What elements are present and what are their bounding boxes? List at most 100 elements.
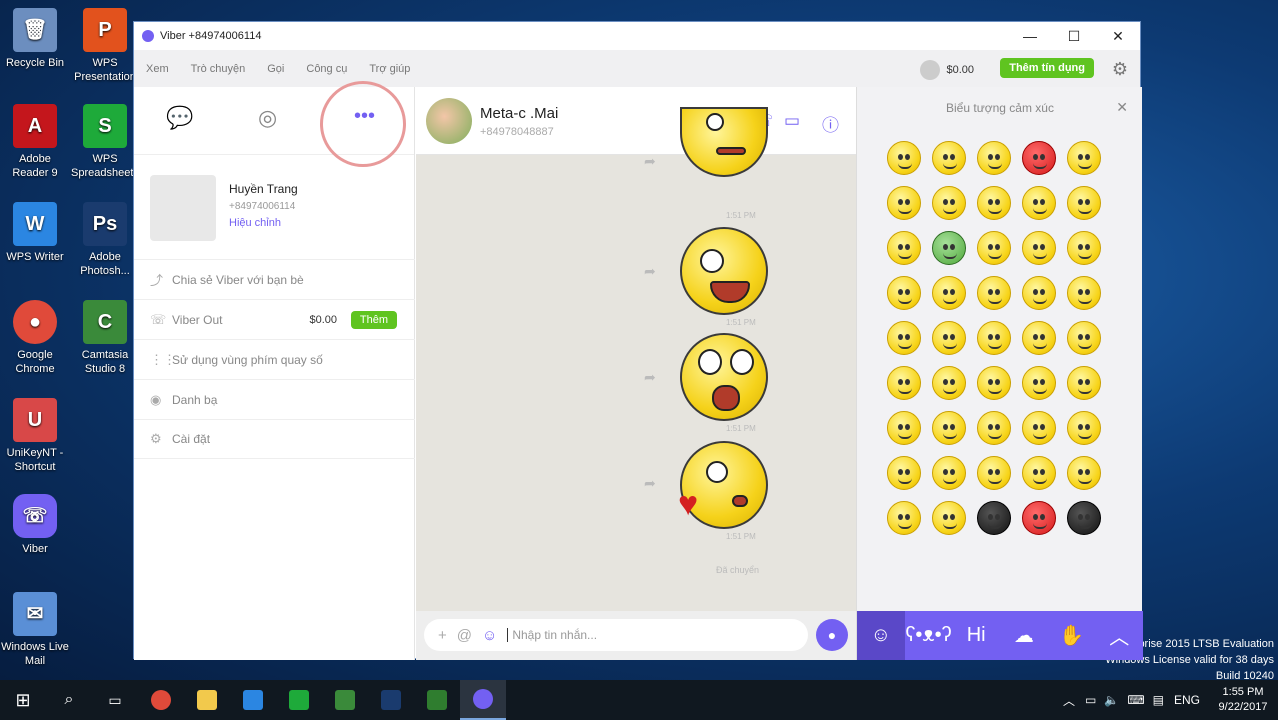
chrome-taskbar-icon[interactable]: [138, 680, 184, 720]
search-icon[interactable]: ⌕: [46, 680, 92, 720]
forward-icon[interactable]: ➦: [644, 153, 656, 170]
notification-icon[interactable]: ▤: [1153, 693, 1164, 707]
dialpad-item[interactable]: ⋮⋮ Sử dụng vùng phím quay số: [134, 339, 415, 379]
emoji-icon[interactable]: [1067, 366, 1101, 400]
viber-desktop-icon[interactable]: ☏ Viber: [0, 494, 70, 556]
sticker-icon[interactable]: ☺: [482, 627, 497, 644]
settings-item[interactable]: ⚙ Cài đặt: [134, 419, 415, 459]
camtasia-recorder-taskbar-icon[interactable]: [414, 680, 460, 720]
adobe-reader-icon[interactable]: A Adobe Reader 9: [0, 104, 70, 180]
emoji-icon[interactable]: [977, 456, 1011, 490]
emoji-icon[interactable]: [887, 231, 921, 265]
smiley-category-icon[interactable]: ☺: [857, 611, 905, 660]
emoji-icon[interactable]: [1067, 456, 1101, 490]
emoji-icon[interactable]: [977, 411, 1011, 445]
explorer-taskbar-icon[interactable]: [184, 680, 230, 720]
emoji-icon[interactable]: [1022, 456, 1056, 490]
emoji-icon[interactable]: [1067, 321, 1101, 355]
message-input[interactable]: + @ ☺ Nhập tin nhắn...: [424, 619, 808, 651]
menu-view[interactable]: Xem: [146, 63, 169, 75]
edit-profile-link[interactable]: Hiệu chỉnh: [229, 217, 281, 229]
emoji-icon[interactable]: [977, 501, 1011, 535]
emoji-icon[interactable]: [932, 231, 966, 265]
emoji-icon[interactable]: [1067, 141, 1101, 175]
language-indicator[interactable]: ENG: [1174, 693, 1200, 707]
emoji-icon[interactable]: [1067, 231, 1101, 265]
emoji-icon[interactable]: [977, 186, 1011, 220]
task-view-icon[interactable]: ▭: [92, 680, 138, 720]
topup-button[interactable]: Thêm tín dụng: [1000, 58, 1094, 78]
battery-icon[interactable]: ▭: [1085, 693, 1096, 707]
windows-live-mail-icon[interactable]: ✉ Windows Live Mail: [0, 592, 70, 668]
emoji-icon[interactable]: [932, 276, 966, 310]
emoji-icon[interactable]: [932, 366, 966, 400]
wps-writer-icon[interactable]: W WPS Writer: [0, 202, 70, 264]
emoji-icon[interactable]: [1067, 501, 1101, 535]
start-button[interactable]: ⊞: [0, 680, 46, 720]
emoji-icon[interactable]: [977, 231, 1011, 265]
emoji-icon[interactable]: [1022, 186, 1056, 220]
wps-spreadsheets-taskbar-icon[interactable]: [276, 680, 322, 720]
keyboard-icon[interactable]: ⌨: [1127, 693, 1144, 707]
menu-tools[interactable]: Công cụ: [306, 63, 347, 75]
sticker-message[interactable]: [680, 333, 768, 421]
emoji-icon[interactable]: [1022, 411, 1056, 445]
emoji-icon[interactable]: [932, 456, 966, 490]
microphone-icon[interactable]: ●: [816, 619, 848, 651]
emoji-icon[interactable]: [932, 501, 966, 535]
emoji-icon[interactable]: [1022, 321, 1056, 355]
emoji-icon[interactable]: [887, 141, 921, 175]
emoji-icon[interactable]: [1022, 141, 1056, 175]
photoshop-icon[interactable]: Ps Adobe Photosh...: [70, 202, 140, 278]
video-call-icon[interactable]: ▭: [784, 111, 800, 131]
emoji-icon[interactable]: [887, 186, 921, 220]
chats-tab-icon[interactable]: 💬: [166, 105, 193, 131]
hand-category-icon[interactable]: ✋: [1048, 611, 1096, 660]
emoji-icon[interactable]: [887, 411, 921, 445]
menu-help[interactable]: Trợ giúp: [369, 63, 410, 75]
forward-icon[interactable]: ➦: [644, 369, 656, 386]
emoji-icon[interactable]: [977, 366, 1011, 400]
creature-category-icon[interactable]: ☁: [1000, 611, 1048, 660]
clock[interactable]: 1:55 PM 9/22/2017: [1208, 685, 1278, 715]
emoji-icon[interactable]: [887, 456, 921, 490]
hi-category-icon[interactable]: Hi: [952, 611, 1000, 660]
emoji-icon[interactable]: [887, 366, 921, 400]
emoji-icon[interactable]: [1067, 276, 1101, 310]
sticker-message[interactable]: [680, 107, 768, 177]
emoji-icon[interactable]: [932, 186, 966, 220]
emoji-icon[interactable]: [1022, 501, 1056, 535]
emoji-icon[interactable]: [887, 501, 921, 535]
chrome-icon[interactable]: ● Google Chrome: [0, 300, 70, 376]
emoji-icon[interactable]: [1067, 186, 1101, 220]
chevron-up-icon[interactable]: ︿: [1063, 692, 1075, 709]
viber-out-add-button[interactable]: Thêm: [350, 310, 397, 329]
emoji-icon[interactable]: [932, 141, 966, 175]
menu-call[interactable]: Gọi: [267, 63, 284, 75]
viber-taskbar-icon[interactable]: [460, 680, 506, 720]
close-button[interactable]: ✕: [1096, 22, 1140, 50]
forward-icon[interactable]: ➦: [644, 475, 656, 492]
close-icon[interactable]: ✕: [1116, 99, 1128, 116]
share-viber-item[interactable]: ⤴ Chia sẻ Viber với bạn bè: [134, 259, 415, 299]
viber-out-item[interactable]: ☏ Viber Out $0.00 Thêm: [134, 299, 415, 339]
contacts-item[interactable]: ◉ Danh bạ: [134, 379, 415, 419]
recycle-bin-icon[interactable]: 🗑 Recycle Bin: [0, 8, 70, 70]
wps-spreadsheets-icon[interactable]: S WPS Spreadsheets: [70, 104, 140, 180]
contact-avatar[interactable]: [426, 98, 472, 144]
menu-chat[interactable]: Trò chuyện: [191, 63, 246, 75]
minimize-button[interactable]: —: [1008, 22, 1052, 50]
plus-icon[interactable]: +: [438, 627, 447, 644]
info-icon[interactable]: ⓘ: [822, 111, 839, 136]
volume-icon[interactable]: 🔈: [1104, 693, 1119, 707]
gear-icon[interactable]: ⚙: [1112, 59, 1128, 80]
sticker-message[interactable]: [680, 227, 768, 315]
emoji-icon[interactable]: [932, 321, 966, 355]
profile-avatar[interactable]: [150, 175, 216, 241]
camtasia-icon[interactable]: C Camtasia Studio 8: [70, 300, 140, 376]
emoji-icon[interactable]: [1022, 231, 1056, 265]
bear-category-icon[interactable]: ʕ•ᴥ•ʔ: [905, 611, 953, 660]
emoji-icon[interactable]: [977, 141, 1011, 175]
emoji-icon[interactable]: [1022, 366, 1056, 400]
maximize-button[interactable]: ☐: [1052, 22, 1096, 50]
